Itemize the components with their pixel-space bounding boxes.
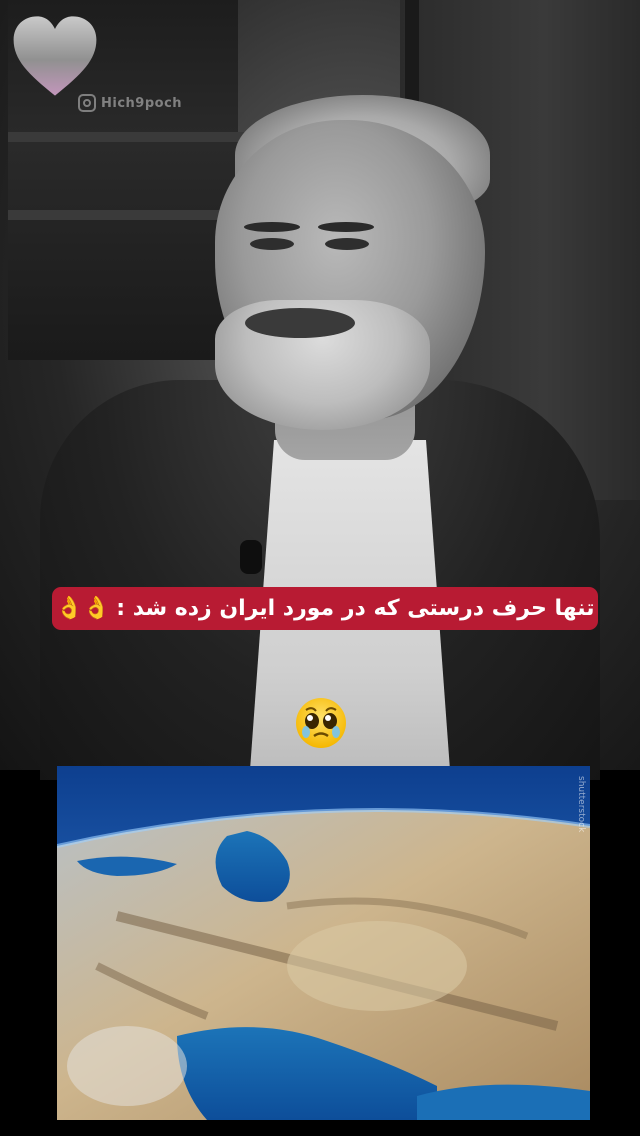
lapel-microphone — [240, 540, 262, 574]
person-eyebrow — [244, 222, 300, 232]
map-illustration — [57, 766, 590, 1120]
map-image: shutterstock — [57, 766, 590, 1120]
watermark-handle: Hich9poch — [101, 95, 183, 111]
watermark: Hich9poch — [78, 94, 182, 112]
map-credit: shutterstock — [576, 776, 586, 833]
ok-hand-icon: 👌👌 — [55, 596, 111, 621]
person-eyebrow — [318, 222, 374, 232]
heart-icon — [13, 16, 97, 96]
person-mustache — [245, 308, 355, 338]
pleading-face-icon — [296, 698, 346, 748]
person-eye — [250, 238, 294, 250]
instagram-icon — [78, 94, 96, 112]
background-photo — [0, 0, 640, 780]
shelf — [8, 132, 258, 142]
caption-text: تنها حرف درستی که در مورد ایران زده شد : — [116, 596, 595, 621]
caption-banner: تنها حرف درستی که در مورد ایران زده شد :… — [52, 587, 598, 630]
person-eye — [325, 238, 369, 250]
